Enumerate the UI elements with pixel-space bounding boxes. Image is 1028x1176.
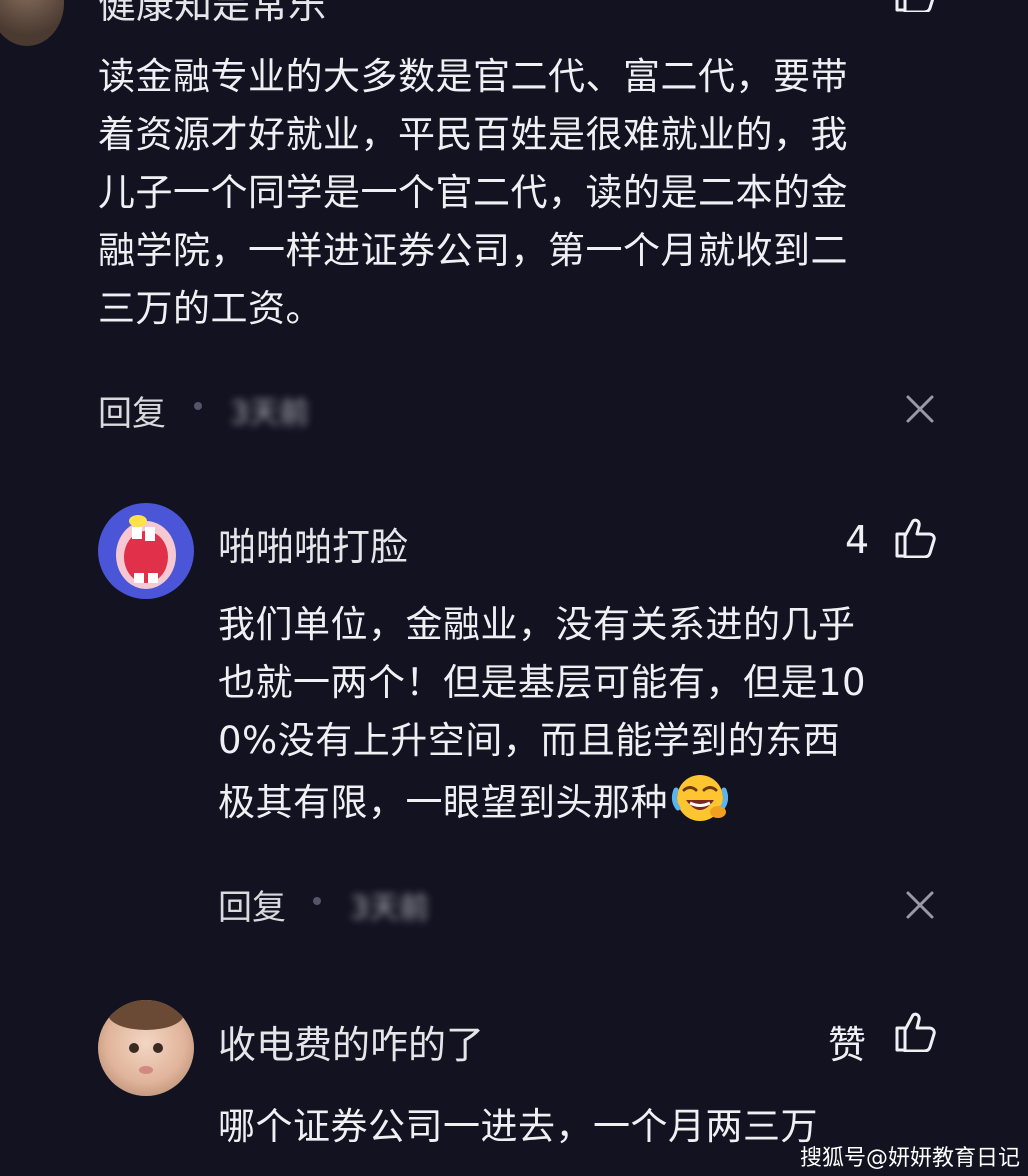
like-count: 4 xyxy=(845,518,869,562)
like-icon[interactable] xyxy=(893,516,937,558)
comment-text-line: 着资源才好就业，平民百姓是很难就业的，我 xyxy=(98,106,958,164)
comment-text: 我们单位，金融业，没有关系进的几乎 也就一两个！但是基层可能有，但是10 0%没… xyxy=(218,596,958,839)
comment-text: 读金融专业的大多数是官二代、富二代，要带 着资源才好就业，平民百姓是很难就业的，… xyxy=(98,48,958,338)
comment-text-line: 三万的工资。 xyxy=(98,280,958,338)
avatar[interactable] xyxy=(0,0,64,46)
comment-text-line: 也就一两个！但是基层可能有，但是10 xyxy=(218,654,958,712)
comment-text-line: 儿子一个同学是一个官二代，读的是二本的金 xyxy=(98,164,958,222)
watermark: 搜狐号@妍妍教育日记 xyxy=(800,1140,1020,1172)
comment-time: 3天前 xyxy=(230,388,309,432)
avatar[interactable] xyxy=(98,503,194,599)
separator-dot xyxy=(194,402,202,410)
laughing-crying-emoji-icon xyxy=(670,770,728,839)
comment-time: 3天前 xyxy=(350,883,429,927)
comment-text-segment: 极其有限，一眼望到头那种 xyxy=(218,781,668,824)
comment-text-line: 极其有限，一眼望到头那种 xyxy=(218,770,958,839)
baby-photo-avatar-icon xyxy=(98,1000,194,1096)
close-icon[interactable] xyxy=(905,890,935,920)
like-label[interactable]: 赞 xyxy=(828,1014,866,1069)
comment-author[interactable]: 啪啪啪打脸 xyxy=(218,516,408,571)
like-icon[interactable] xyxy=(893,0,937,12)
reply-button[interactable]: 回复 xyxy=(98,386,166,435)
avatar[interactable] xyxy=(98,1000,194,1096)
comment-author[interactable]: 收电费的咋的了 xyxy=(218,1014,484,1069)
separator-dot xyxy=(313,897,321,905)
comment-text-line: 我们单位，金融业，没有关系进的几乎 xyxy=(218,596,958,654)
comment-text-line: 读金融专业的大多数是官二代、富二代，要带 xyxy=(98,48,958,106)
comment-author[interactable]: 健康知是常乐 xyxy=(98,0,326,29)
like-icon[interactable] xyxy=(893,1010,937,1052)
cartoon-mouth-avatar-icon xyxy=(98,503,194,599)
close-icon[interactable] xyxy=(905,394,935,424)
reply-button[interactable]: 回复 xyxy=(218,880,286,929)
comment-text-line: 0%没有上升空间，而且能学到的东西 xyxy=(218,712,958,770)
comment-text-line: 融学院，一样进证券公司，第一个月就收到二 xyxy=(98,222,958,280)
